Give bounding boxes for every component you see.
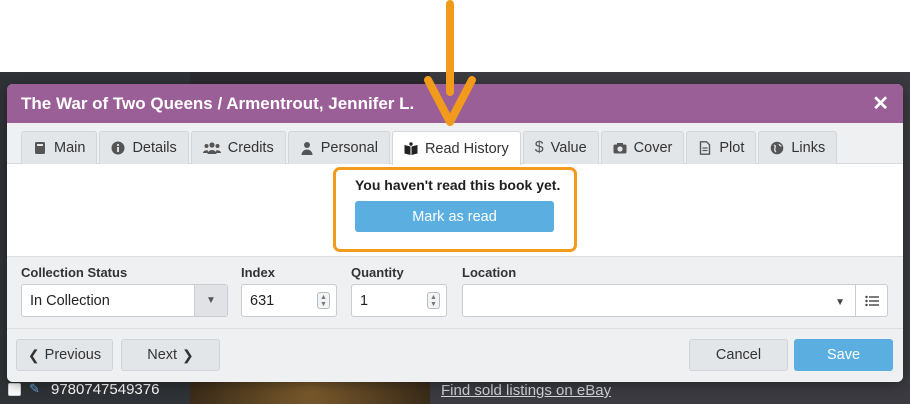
- tab-value[interactable]: $ Value: [522, 131, 599, 164]
- mark-as-read-button[interactable]: Mark as read: [355, 201, 554, 232]
- row-isbn: 9780747549376: [51, 380, 160, 398]
- tab-credits[interactable]: Credits: [190, 131, 286, 164]
- tab-label: Details: [132, 140, 177, 156]
- previous-label: Previous: [44, 347, 102, 363]
- location-label: Location: [462, 265, 517, 280]
- location-select[interactable]: ▼: [462, 284, 858, 317]
- file-icon: [700, 141, 711, 155]
- info-icon: [111, 141, 125, 155]
- dollar-icon: $: [534, 139, 544, 156]
- tab-plot[interactable]: Plot: [686, 131, 757, 164]
- pencil-icon[interactable]: ✎: [29, 382, 43, 396]
- tab-label: Personal: [320, 140, 378, 156]
- caret-down-icon[interactable]: ▼: [835, 297, 845, 308]
- read-history-panel: You haven't read this book yet. Mark as …: [7, 164, 903, 257]
- collection-status-value: In Collection: [30, 292, 110, 309]
- chevron-right-icon: ❯: [182, 346, 194, 363]
- not-read-message: You haven't read this book yet.: [355, 177, 561, 193]
- quantity-input[interactable]: 1 ▲ ▼: [351, 284, 447, 317]
- camera-icon: [613, 143, 627, 154]
- list-icon: [864, 295, 879, 306]
- close-icon[interactable]: ✕: [872, 94, 889, 114]
- tab-label: Main: [54, 140, 86, 156]
- tab-main[interactable]: Main: [21, 131, 98, 164]
- quantity-label: Quantity: [351, 265, 404, 280]
- tab-details[interactable]: Details: [99, 131, 189, 164]
- ebay-link[interactable]: Find sold listings on eBay: [441, 382, 611, 399]
- caret-down-icon[interactable]: ▼: [194, 285, 227, 316]
- tab-read-history[interactable]: Read History: [391, 131, 521, 165]
- dialog-title: The War of Two Queens / Armentrout, Jenn…: [21, 93, 415, 113]
- quantity-spinner-icon[interactable]: ▲ ▼: [427, 292, 440, 309]
- next-label: Next: [147, 347, 178, 363]
- tab-personal[interactable]: Personal: [287, 131, 390, 164]
- open-book-icon: [404, 141, 418, 155]
- index-spinner-icon[interactable]: ▲ ▼: [317, 292, 330, 309]
- previous-button[interactable]: ❮ Previous: [16, 339, 113, 371]
- row-checkbox[interactable]: [8, 382, 21, 396]
- next-button[interactable]: Next ❯: [121, 339, 220, 371]
- index-input[interactable]: 631 ▲ ▼: [241, 284, 337, 317]
- cancel-button[interactable]: Cancel: [689, 339, 788, 371]
- collection-fields: Collection Status In Collection ▼ Index …: [7, 257, 903, 329]
- tab-links[interactable]: Links: [758, 131, 838, 164]
- user-icon: [301, 142, 313, 155]
- users-icon: [202, 142, 221, 154]
- collection-status-label: Collection Status: [21, 265, 128, 280]
- tab-cover[interactable]: Cover: [600, 131, 685, 164]
- tab-label: Value: [550, 140, 587, 156]
- globe-icon: [771, 141, 784, 155]
- dialog-footer: ❮ Previous Next ❯ Cancel Save: [7, 329, 903, 382]
- tab-label: Links: [791, 140, 826, 156]
- index-label: Index: [241, 265, 275, 280]
- tab-label: Read History: [424, 140, 509, 157]
- tab-label: Credits: [227, 140, 274, 156]
- annotation-arrow-icon: [424, 0, 476, 126]
- location-list-button[interactable]: [855, 284, 888, 317]
- collection-status-select[interactable]: In Collection ▼: [21, 284, 228, 317]
- index-value: 631: [250, 292, 275, 309]
- tab-label: Plot: [719, 140, 745, 156]
- book-icon: [35, 142, 45, 154]
- quantity-value: 1: [360, 292, 369, 309]
- tab-label: Cover: [633, 140, 673, 156]
- chevron-left-icon: ❮: [27, 346, 40, 363]
- save-button[interactable]: Save: [794, 339, 893, 371]
